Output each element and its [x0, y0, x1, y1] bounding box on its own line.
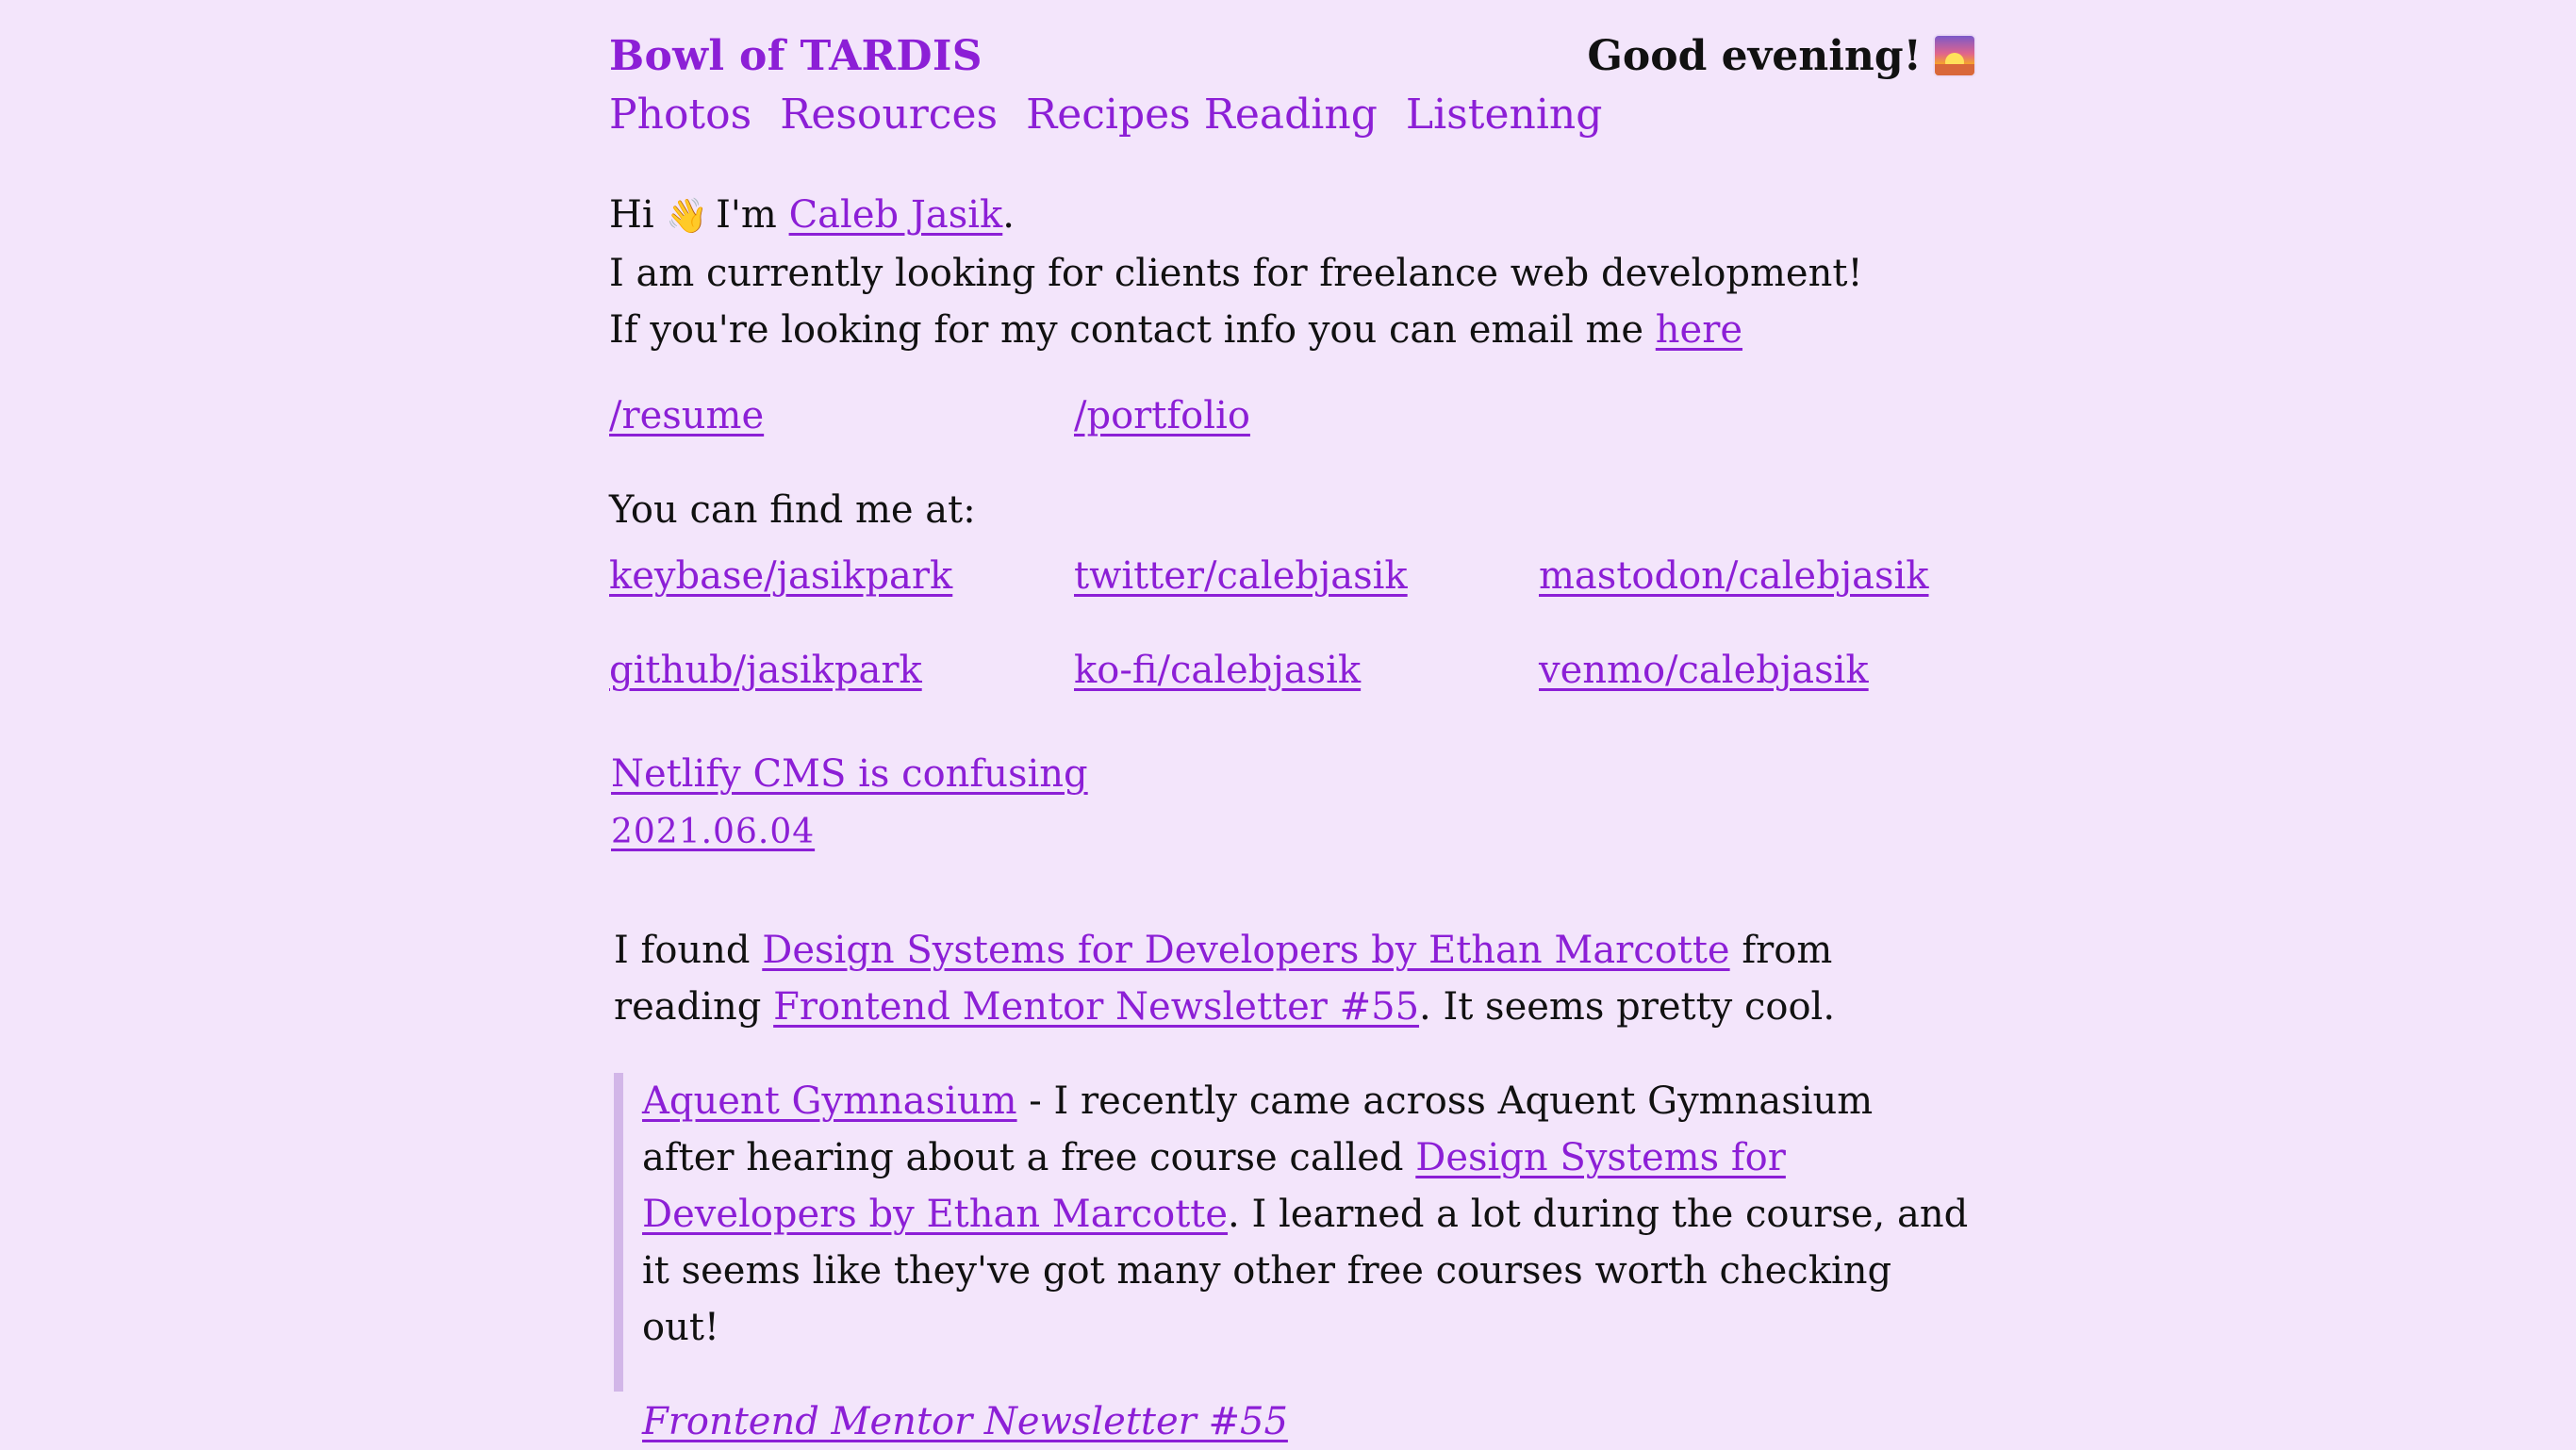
design-systems-link[interactable]: Design Systems for Developers by Ethan M… [762, 929, 1729, 972]
portfolio-link[interactable]: /portfolio [1074, 394, 1250, 437]
mastodon-link[interactable]: mastodon/calebjasik [1539, 554, 1929, 598]
intro-period: . [1002, 193, 1015, 237]
kofi-link[interactable]: ko-fi/calebjasik [1074, 649, 1361, 692]
quote-citation-link[interactable]: Frontend Mentor Newsletter #55 [642, 1393, 1972, 1450]
contact-text: If you're looking for my contact info yo… [609, 308, 1644, 352]
intro-hi: Hi [609, 193, 654, 237]
sunset-icon [1935, 36, 1974, 75]
intro: Hi 👋 I'm Caleb Jasik. I am currently loo… [609, 187, 1863, 358]
nav-listening[interactable]: Listening [1406, 91, 1603, 139]
resume-link[interactable]: /resume [609, 394, 764, 437]
find-me-label: You can find me at: [609, 488, 976, 532]
newsletter-link[interactable]: Frontend Mentor Newsletter #55 [773, 985, 1419, 1029]
intro-line-3: If you're looking for my contact info yo… [609, 302, 1863, 358]
quote-text: Aquent Gymnasium - I recently came acros… [642, 1073, 1972, 1356]
nav-reading[interactable]: Reading [1204, 91, 1378, 139]
site-header: Bowl of TARDIS Good evening! Photos Resou… [609, 0, 1974, 141]
post-body-text: I found [614, 929, 751, 972]
keybase-link[interactable]: keybase/jasikpark [609, 554, 952, 598]
intro-im: I'm [716, 193, 777, 237]
main-nav: Photos Resources Recipes Reading Listening [609, 91, 1630, 139]
site-title-link[interactable]: Bowl of TARDIS [609, 32, 983, 80]
post-date-link[interactable]: 2021.06.04 [611, 813, 815, 851]
aquent-gymnasium-link[interactable]: Aquent Gymnasium [642, 1079, 1017, 1123]
twitter-link[interactable]: twitter/calebjasik [1074, 554, 1408, 598]
post-body: I found Design Systems for Developers by… [614, 922, 1976, 1035]
post-blockquote: Aquent Gymnasium - I recently came acros… [614, 1073, 1972, 1443]
author-name-link[interactable]: Caleb Jasik [789, 193, 1003, 237]
intro-line-2: I am currently looking for clients for f… [609, 252, 1863, 295]
nav-photos[interactable]: Photos [609, 91, 751, 139]
greeting: Good evening! [1587, 32, 1974, 80]
email-link[interactable]: here [1656, 308, 1742, 352]
intro-line-1: Hi 👋 I'm Caleb Jasik. [609, 187, 1863, 245]
nav-recipes[interactable]: Recipes [1026, 91, 1191, 139]
wave-icon: 👋 [666, 197, 709, 236]
greeting-text: Good evening! [1587, 32, 1922, 80]
github-link[interactable]: github/jasikpark [609, 649, 922, 692]
page-container: Bowl of TARDIS Good evening! Photos Resou… [609, 0, 1974, 1443]
venmo-link[interactable]: venmo/calebjasik [1539, 649, 1869, 692]
nav-resources[interactable]: Resources [780, 91, 998, 139]
post-title-link[interactable]: Netlify CMS is confusing [611, 752, 1088, 796]
post-body-text: . It seems pretty cool. [1419, 985, 1836, 1029]
